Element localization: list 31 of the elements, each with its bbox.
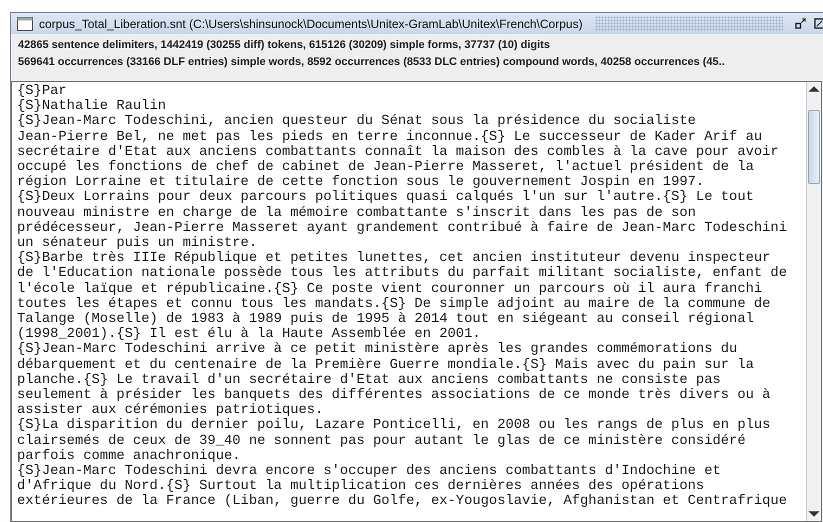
stats-line: 42865 sentence delimiters, 1442419 (30255 diff) tokens, 615126 (30209) simple forms, 37737 (10) digits (18, 38, 551, 53)
text-line: seulement à présider les banquets des différentes associations de ce monde très divers ou à (17, 388, 772, 404)
window-title: corpus_Total_Liberation.snt (C:\Users\shinsunock\Documents\Unitex-GramLab\Unitex\French\Corpus) (39, 16, 583, 30)
text-line: {S}Par (17, 84, 68, 99)
text-line: extérieures de la France (Liban, guerre du Golfe, ex-Yougoslavie, Afghanistan et Centrafrique (17, 494, 788, 510)
text-line: secrétaire d'Etat aux anciens combattants connaît la maison des combles à la cave pour avoir (17, 144, 780, 160)
text-line: toutes les étapes et connu tous les mandats.{S} De simple adjoint au maire de la commune de (17, 296, 772, 312)
stats-line: 569641 occurrences (33166 DLF entries) simple words, 8592 occurrences (8533 DLC entries) compound words, 40258 occurrences (45.. (18, 55, 726, 70)
text-line: nouveau ministre en charge de la mémoire combattante s'inscrit dans les pas de son (17, 206, 697, 221)
text-line: {S}Nathalie Raulin (17, 99, 166, 114)
text-line: {S}Jean-Marc Todeschini arrive à ce petit ministère après les grandes commémorations du (17, 342, 738, 358)
text-line: {S}Deux Lorrains pour deux parcours politiques quasi calqués l'un sur l'autre.{S} Le tout (17, 190, 755, 206)
text-line: Jean-Pierre Bel, ne met pas les pieds en terre inconnue.{S} Le successeur de Kader Arif au (17, 130, 764, 145)
text-line: prédécesseur, Jean-Pierre Masseret ayant grandement contribué à faire de Jean-Marc Todeschini (17, 220, 788, 236)
text-line: {S}Jean-Marc Todeschini devra encore s'occuper des anciens combattants d'Indochine et (17, 464, 722, 480)
text-line: {S}La disparition du dernier poilu, Lazare Ponticelli, en 2008 ou les rangs de plus en plus (17, 418, 772, 434)
text-line: l'école laïque et républicaine.{S} Ce poste vient couronner un parcours où il aura franchi (17, 282, 764, 297)
text-line: occupé les fonctions de chef de cabinet de Jean-Pierre Masseret, l'actuel président de la (17, 160, 755, 176)
text-line: assister aux cérémonies patriotiques. (17, 403, 324, 418)
text-line: {S}Jean-Marc Todeschini, ancien questeur du Sénat sous la présidence du socialiste (17, 114, 697, 130)
text-line: (1998_2001).{S} Il est élu à la Haute Assemblée en 2001. (17, 327, 481, 342)
text-line: planche.{S} Le travail d'un secrétaire d'Etat aux anciens combattants ne consiste pas (17, 372, 722, 388)
text-line: parfois comme anachronique. (17, 448, 242, 464)
text-line: débarquement et du centenaire de la Première Guerre mondiale.{S} Mais avec du pain sur la (17, 358, 755, 373)
text-line: {S}Barbe très IIIe République et petites lunettes, cet ancien instituteur devenu inspecteur (17, 251, 771, 266)
text-line: de l'Education nationale possède tous les attributs du parfait militant socialiste, enfant de (17, 266, 788, 282)
text-line: Talange (Moselle) de 1983 à 1989 puis de 1995 à 2014 tout en siégeant au conseil régional (17, 312, 755, 328)
text-line: clairsemés de ceux de 39_40 ne sonnent pas pour autant le glas de ce ministère considéré (17, 434, 747, 449)
text-line: d'Afrique du Nord.{S} Surtout la multiplication ces dernières années des opérations (17, 479, 704, 494)
text-line: un sénateur puis un ministre. (17, 236, 258, 252)
text-line: région Lorraine et titulaire de cette fonction sous le gouvernement Jospin en 1997. (17, 175, 706, 190)
